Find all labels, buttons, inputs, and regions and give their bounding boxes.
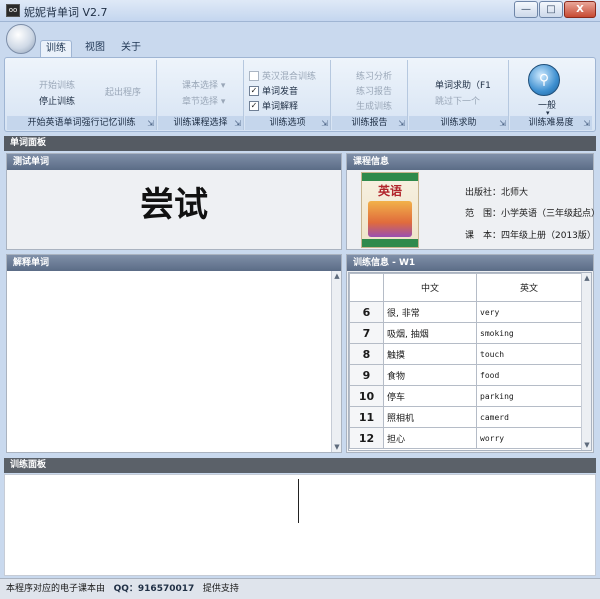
mix-training-checkbox[interactable]: 英汉混合训练: [249, 69, 316, 82]
maximize-button[interactable]: □: [539, 1, 563, 18]
group-course-select: 课本选择 ▾ 章节选择 ▾ 训练课程选择 ⇲: [158, 60, 244, 130]
status-bar: 本程序对应的电子课本由 QQ：916570017 提供支持: [0, 578, 600, 599]
app-menu-orb[interactable]: [6, 24, 36, 54]
title-bar: oo 妮妮背单词 V2.7 — □ X: [0, 0, 600, 22]
scroll-up-icon[interactable]: ▲: [332, 271, 342, 281]
group-label: 训练课程选择: [158, 116, 243, 130]
training-panel-bar: 训练面板: [4, 458, 596, 473]
window-title: 妮妮背单词 V2.7: [24, 6, 108, 19]
table-row[interactable]: 12 担心 worry: [349, 427, 582, 449]
group-label: 开始英语单词强行记忆训练: [7, 116, 156, 130]
panel-title: 测试单词: [7, 154, 341, 170]
training-input-area[interactable]: [4, 474, 596, 576]
table-row[interactable]: 8 触摸 touch: [349, 343, 582, 365]
scroll-down-icon[interactable]: ▼: [582, 440, 591, 450]
exit-program-button[interactable]: 起出程序: [105, 85, 141, 98]
word-panel-bar: 单词面板: [4, 136, 596, 151]
column-header: [349, 273, 384, 302]
status-qq: QQ：916570017: [113, 584, 195, 594]
dialog-launcher-icon[interactable]: ⇲: [499, 120, 506, 128]
tab-view[interactable]: 视图: [80, 40, 110, 57]
text-cursor: [298, 479, 299, 523]
table-row[interactable]: 11 照相机 camerd: [349, 406, 582, 428]
chapter-select[interactable]: 章节选择 ▾: [182, 94, 225, 107]
group-start-training: 开始训练 停止训练 起出程序 开始英语单词强行记忆训练 ⇲: [7, 60, 157, 130]
table-row[interactable]: 9 食物 food: [349, 364, 582, 386]
lesson-info: 课 本：四年级上册（2013版）: [465, 231, 596, 241]
status-prefix: 本程序对应的电子课本由: [6, 584, 106, 594]
tab-about[interactable]: 关于: [116, 40, 146, 57]
scrollbar[interactable]: ▲ ▼: [581, 273, 591, 450]
test-word-panel: 测试单词 尝试: [6, 153, 342, 250]
test-word: 尝试: [140, 185, 208, 225]
explanation-checkbox[interactable]: ✓ 单词解释: [249, 99, 298, 112]
group-label: 训练选项: [245, 116, 330, 130]
panel-title: 训练信息 - W1: [347, 255, 593, 271]
group-training-options: 英汉混合训练 ✓ 单词发音 ✓ 单词解释 训练选项 ⇲: [245, 60, 331, 130]
dialog-launcher-icon[interactable]: ⇲: [583, 120, 590, 128]
scroll-up-icon[interactable]: ▲: [582, 273, 591, 283]
group-training-help: 单词求助（F1 跳过下一个 训练求助 ⇲: [409, 60, 509, 130]
minimize-button[interactable]: —: [514, 1, 538, 18]
book-title: 英语: [377, 184, 402, 198]
textbook-cover-image: 英语: [361, 172, 419, 248]
table-row[interactable]: 7 吸烟, 抽烟 smoking: [349, 322, 582, 344]
group-label: 训练求助: [409, 116, 508, 130]
dialog-launcher-icon[interactable]: ⇲: [234, 120, 241, 128]
close-button[interactable]: X: [564, 1, 596, 18]
group-training-report: 练习分析 练习报告 生成训练 训练报告 ⇲: [332, 60, 408, 130]
generate-training-button[interactable]: 生成训练: [356, 99, 392, 112]
word-help-button[interactable]: 单词求助（F1: [435, 78, 491, 91]
textbook-select[interactable]: 课本选择 ▾: [182, 78, 225, 91]
dialog-launcher-icon[interactable]: ⇲: [147, 120, 154, 128]
practice-analysis-button[interactable]: 练习分析: [356, 69, 392, 82]
stop-training-button[interactable]: 停止训练: [39, 94, 75, 107]
column-header-english[interactable]: 英文: [476, 273, 582, 302]
practice-report-button[interactable]: 练习报告: [356, 84, 392, 97]
scrollbar[interactable]: ▲ ▼: [331, 271, 341, 452]
pronunciation-checkbox[interactable]: ✓ 单词发音: [249, 84, 298, 97]
difficulty-icon[interactable]: ⚲: [528, 64, 560, 96]
training-info-panel: 训练信息 - W1 中文 英文 6 很, 非常 very 7 吸烟, 抽烟 smokin…: [346, 254, 594, 453]
column-header-chinese[interactable]: 中文: [383, 273, 477, 302]
table-row[interactable]: 6 很, 非常 very: [349, 301, 582, 323]
scope-info: 范 围：小学英语（三年级起点）: [465, 209, 600, 219]
vocab-table: 中文 英文 6 很, 非常 very 7 吸烟, 抽烟 smoking 8 触摸 touch…: [349, 273, 582, 449]
group-label: 训练难易度: [510, 116, 592, 130]
scroll-down-icon[interactable]: ▼: [332, 442, 342, 452]
app-icon: oo: [6, 4, 20, 17]
group-difficulty: ⚲ 一般 ▾ 训练难易度 ⇲: [510, 60, 592, 130]
dialog-launcher-icon[interactable]: ⇲: [398, 120, 405, 128]
vocab-table-area: 中文 英文 6 很, 非常 very 7 吸烟, 抽烟 smoking 8 触摸 touch…: [348, 272, 592, 451]
publisher-info: 出版社：北师大: [465, 188, 529, 198]
course-info-panel: 课程信息 英语 出版社：北师大 范 围：小学英语（三年级起点） 课 本：四年级上…: [346, 153, 600, 250]
explain-word-panel: 解释单词 ▲ ▼: [6, 254, 342, 453]
panel-title: 解释单词: [7, 255, 341, 271]
panel-title: 课程信息: [347, 154, 593, 170]
start-training-button[interactable]: 开始训练: [39, 78, 75, 91]
status-suffix: 提供支持: [202, 584, 239, 594]
table-row[interactable]: 10 停车 parking: [349, 385, 582, 407]
tab-train[interactable]: 训练: [40, 40, 72, 57]
skip-next-button[interactable]: 跳过下一个: [435, 94, 480, 107]
group-label: 训练报告: [332, 116, 407, 130]
ribbon: 开始训练 停止训练 起出程序 开始英语单词强行记忆训练 ⇲ 课本选择 ▾ 章节选…: [4, 57, 596, 132]
dialog-launcher-icon[interactable]: ⇲: [321, 120, 328, 128]
